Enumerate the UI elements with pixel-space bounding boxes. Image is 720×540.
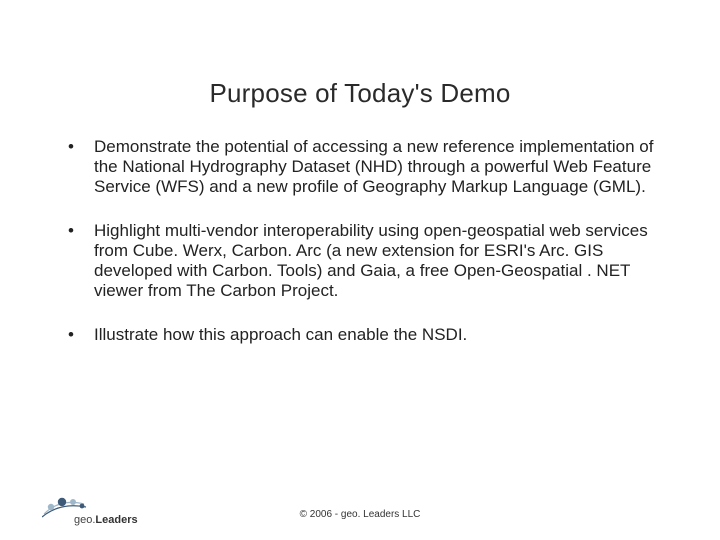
bullet-list: Demonstrate the potential of accessing a… [0,137,720,345]
slide-title: Purpose of Today's Demo [0,0,720,137]
list-item: Illustrate how this approach can enable … [68,325,672,345]
copyright-text: © 2006 - geo. Leaders LLC [0,509,720,520]
list-item: Highlight multi-vendor interoperability … [68,221,672,301]
footer: geo.Leaders © 2006 - geo. Leaders LLC [0,492,720,522]
slide: Purpose of Today's Demo Demonstrate the … [0,0,720,540]
list-item: Demonstrate the potential of accessing a… [68,137,672,197]
